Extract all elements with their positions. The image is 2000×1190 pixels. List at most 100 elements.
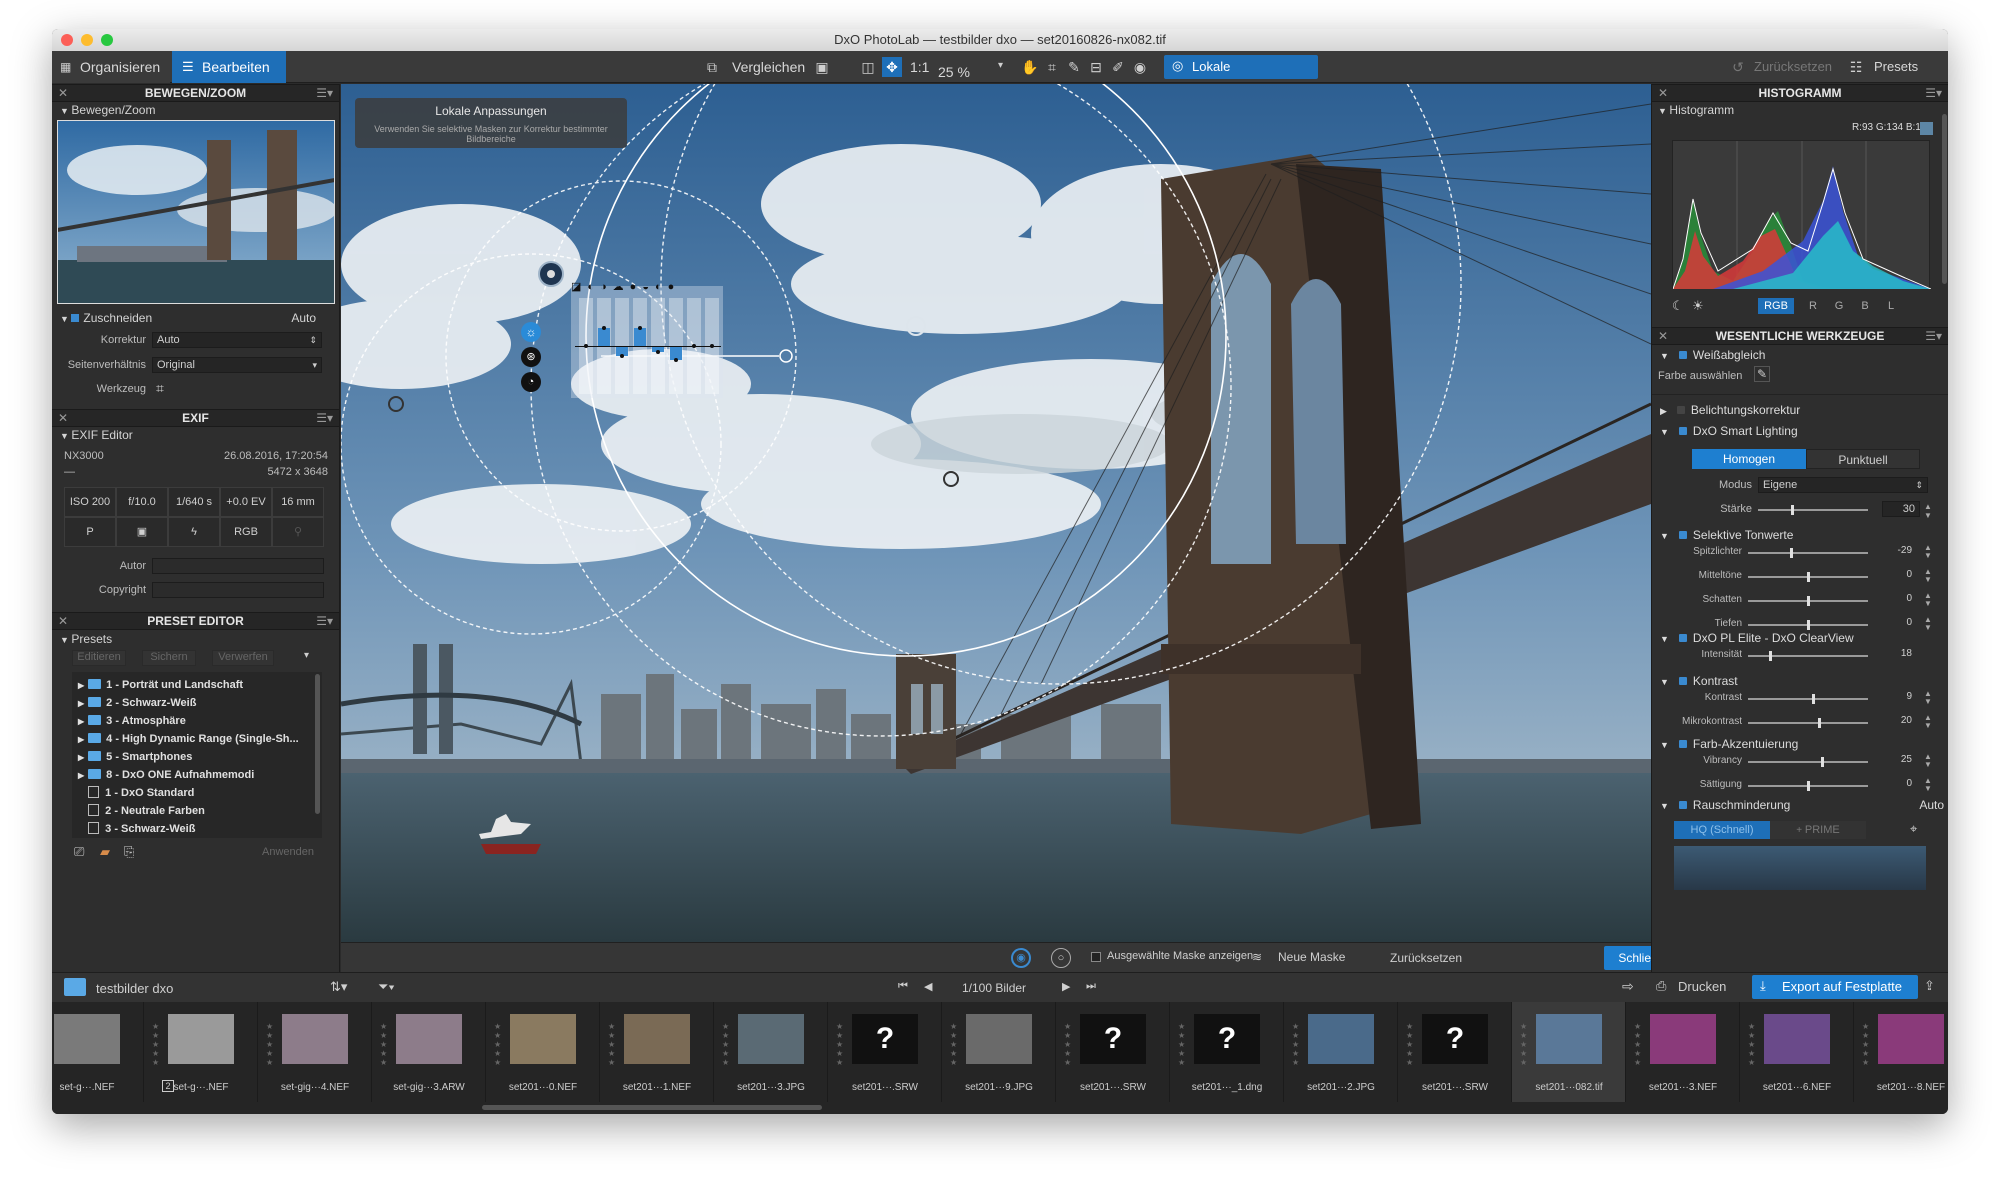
thumbnail[interactable]: ★ ★ ★ ★ ★ set201···2.JPG [1284,1002,1398,1102]
share-icon[interactable]: ⇨ [1622,978,1634,995]
channel-button[interactable]: R [1802,298,1824,314]
rating-stars-icon[interactable]: ★ ★ ★ ★ ★ [608,1022,615,1067]
rating-stars-icon[interactable]: ★ ★ ★ ★ ★ [836,1022,843,1067]
eye-icon[interactable]: ◉ [1130,57,1150,77]
rating-stars-icon[interactable]: ★ ★ ★ ★ ★ [1862,1022,1869,1067]
folder-add-icon[interactable]: ▰ [100,844,110,860]
rating-stars-icon[interactable]: ★ ★ ★ ★ ★ [380,1022,387,1067]
slider-track[interactable] [1748,757,1868,767]
contrast-section[interactable]: ▼ Kontrast [1660,673,1738,689]
exif-sub[interactable]: ▼ EXIF Editor [60,427,133,443]
strength-value[interactable]: 30 [1882,501,1920,517]
thumbnail[interactable]: ★ ★ ★ ★ ★ set201···0.NEF [486,1002,600,1102]
chevron-down-icon[interactable]: ▾ [304,650,309,661]
close-window-button[interactable] [61,34,73,46]
rating-stars-icon[interactable]: ★ ★ ★ ★ ★ [950,1022,957,1067]
thumbnail[interactable]: ★ ★ ★ ★ ★ set201···3.NEF [1626,1002,1740,1102]
eyedropper-icon[interactable]: ✎ [1064,57,1084,77]
preset-item[interactable]: ▶2 - Neutrale Farben [78,802,205,820]
intensity-knob[interactable] [1769,651,1772,661]
crop-tool-icon[interactable]: ⌗ [156,380,164,397]
author-field[interactable] [152,558,324,574]
slider-track[interactable] [1748,572,1868,582]
color-icon[interactable]: ⊛ [521,347,541,367]
mask-reset-button[interactable]: Zurücksetzen [1381,947,1471,969]
sun-icon[interactable]: ☀ [1692,298,1704,314]
presets-button[interactable]: ☷ Presets [1842,51,1942,83]
preset-item[interactable]: ▶ 3 - Atmosphäre [78,712,186,730]
essential-tools-header[interactable]: ✕ WESENTLICHE WERKZEUGE ☰▾ [1652,327,1948,345]
strength-knob[interactable] [1791,505,1794,515]
stepper-icon[interactable]: ▲ ▼ [1924,690,1932,706]
eq-band-handle[interactable] [656,350,660,354]
channel-button[interactable]: L [1880,298,1902,314]
close-icon[interactable]: ✕ [1658,85,1668,102]
rating-stars-icon[interactable]: ★ ★ ★ ★ ★ [1178,1022,1185,1067]
noise-prime-button[interactable]: + PRIME [1770,821,1866,839]
rating-stars-icon[interactable]: ★ ★ ★ ★ ★ [1748,1022,1755,1067]
intensity-slider[interactable] [1748,651,1868,661]
slider-value[interactable]: 9 [1872,691,1912,702]
eq-band-handle[interactable] [674,358,678,362]
channel-button[interactable]: G [1828,298,1850,314]
channel-button[interactable]: B [1854,298,1876,314]
slider-value[interactable]: 0 [1872,593,1912,604]
next-image-icon[interactable]: ▶ [1062,980,1070,993]
zoom-window-button[interactable] [101,34,113,46]
thumbnail[interactable]: ★ ★ ★ ★ ★ set-gig···4.NEF [258,1002,372,1102]
thumbnail[interactable]: ★ ★ ★ ★ ★ set201···3.JPG [714,1002,828,1102]
menu-icon[interactable]: ☰▾ [1925,85,1942,102]
repair-icon[interactable]: ✐ [1108,57,1128,77]
stepper-icon[interactable]: ▲ ▼ [1924,714,1932,730]
slider-value[interactable]: -29 [1872,545,1912,556]
detail-icon[interactable]: ◔ [521,372,541,392]
menu-icon[interactable]: ☰▾ [316,613,333,630]
tab-edit[interactable]: ☰ Bearbeiten [172,51,286,83]
stepper-icon[interactable]: ▲ ▼ [1924,502,1932,520]
eyedropper-icon[interactable]: ✎ [1754,366,1770,382]
mode-homogen-button[interactable]: Homogen [1692,449,1806,469]
slider-value[interactable]: 0 [1872,569,1912,580]
apply-preset-button[interactable]: Anwenden [262,846,314,858]
crop-toggle[interactable] [71,314,80,322]
rating-stars-icon[interactable]: ★ ★ ★ ★ ★ [152,1022,159,1067]
tree-scrollbar[interactable] [315,674,320,814]
slider-track[interactable] [1748,620,1868,630]
brush-icon[interactable]: ○ [1051,948,1071,968]
modus-select[interactable]: Eigene ⇕ [1758,477,1928,493]
thumbnail[interactable]: ★ ★ ★ ★ ★ set-gig···3.ARW [372,1002,486,1102]
close-icon[interactable]: ✕ [58,613,68,630]
preset-item[interactable]: ▶3 - Schwarz-Weiß [78,820,195,838]
korrektur-select[interactable]: Auto ⇕ [152,332,322,348]
stepper-icon[interactable]: ▲ ▼ [1924,544,1932,560]
preset-editor-header[interactable]: ✕ PRESET EDITOR ☰▾ [52,612,339,630]
copyright-field[interactable] [152,582,324,598]
histogram-header[interactable]: ✕ HISTOGRAMM ☰▾ [1652,84,1948,102]
slider-track[interactable] [1748,548,1868,558]
move-zoom-header[interactable]: ✕ BEWEGEN/ZOOM ☰▾ [52,84,339,102]
reset-button[interactable]: ↺ Zurücksetzen [1724,51,1834,83]
slider-knob[interactable] [1821,757,1824,767]
rating-stars-icon[interactable]: ★ ★ ★ ★ ★ [266,1022,273,1067]
close-icon[interactable]: ✕ [58,85,68,102]
local-adjustments-button[interactable]: ◎ Lokale Anpassungen [1164,55,1318,96]
rating-stars-icon[interactable]: ★ ★ ★ ★ ★ [1520,1022,1527,1067]
preset-item[interactable]: ▶ 5 - Smartphones [78,748,192,766]
strength-slider[interactable] [1758,505,1868,515]
preset-item[interactable]: ▶ 1 - Porträt und Landschaft [78,676,243,694]
slider-track[interactable] [1748,781,1868,791]
export-button[interactable]: ⤓ Export auf Festplatte [1752,975,1918,999]
wb-section[interactable]: ▼ Weißabgleich [1660,347,1765,363]
right-scrollbar[interactable] [1942,114,1947,284]
exif-header[interactable]: ✕ EXIF ☰▾ [52,409,339,427]
control-point-icon[interactable]: ◉ [1011,948,1031,968]
noise-section[interactable]: ▼ Rauschminderung Auto [1660,797,1948,813]
channel-button[interactable]: RGB [1758,298,1794,314]
noise-hq-button[interactable]: HQ (Schnell) [1674,821,1770,839]
stepper-icon[interactable]: ▲ ▼ [1924,753,1932,769]
slider-track[interactable] [1748,596,1868,606]
eq-band-handle[interactable] [638,326,642,330]
first-image-icon[interactable]: ⏮ [898,980,908,993]
preset-item[interactable]: ▶ 4 - High Dynamic Range (Single-Sh... [78,730,299,748]
rating-stars-icon[interactable]: ★ ★ ★ ★ ★ [1634,1022,1641,1067]
